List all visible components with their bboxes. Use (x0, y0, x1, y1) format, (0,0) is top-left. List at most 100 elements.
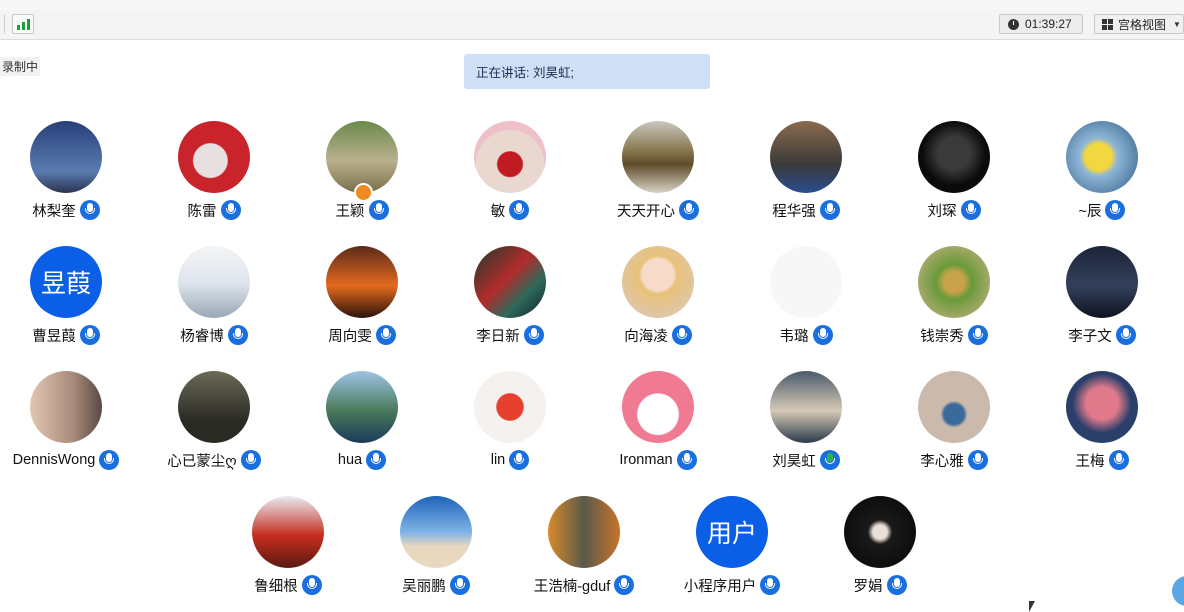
participant-tile[interactable]: 昱葭曹昱葭 (0, 246, 141, 356)
speaking-banner: 正在讲话: 刘昊虹; (464, 54, 710, 89)
participant-tile[interactable]: 王梅 (1027, 371, 1177, 481)
participant-avatar (178, 246, 250, 318)
mic-icon[interactable] (99, 450, 120, 470)
participant-name: Ironman (619, 452, 673, 468)
mic-icon[interactable] (1108, 450, 1129, 470)
mic-speaking-icon[interactable] (819, 450, 840, 470)
participant-name: 罗娟 (853, 578, 883, 595)
mic-icon[interactable] (449, 575, 470, 595)
mic-icon[interactable] (886, 575, 907, 595)
participant-tile[interactable]: lin (435, 371, 585, 481)
mic-icon[interactable] (523, 325, 544, 345)
participant-tile[interactable]: 鲁细根 (213, 496, 363, 606)
mic-icon[interactable] (967, 450, 988, 470)
signal-bars-icon[interactable] (12, 14, 34, 34)
participant-tile[interactable]: 钱崇秀 (879, 246, 1029, 356)
mic-icon[interactable] (676, 450, 697, 470)
participant-tile[interactable]: 刘昊虹 (731, 371, 881, 481)
grid-view-label: 宫格视图 (1118, 17, 1167, 32)
participant-name: 小程序用户 (683, 578, 757, 595)
participant-name-row: 刘昊虹 (731, 448, 881, 472)
participant-tile[interactable]: 李子文 (1027, 246, 1177, 356)
mic-icon[interactable] (760, 575, 781, 595)
participant-name-row: 刘琛 (879, 198, 1029, 222)
participant-tile[interactable]: 程华强 (731, 121, 881, 231)
participant-avatar (770, 121, 842, 193)
participant-name: 杨睿博 (180, 328, 224, 345)
participant-tile[interactable]: 王浩楠-gduf (509, 496, 659, 606)
mic-icon[interactable] (960, 200, 981, 220)
mic-icon[interactable] (368, 200, 389, 220)
participant-name-row: Ironman (583, 448, 733, 472)
participant-name: 敏 (490, 203, 506, 220)
participant-name: 吴丽鹏 (402, 578, 446, 595)
mic-icon[interactable] (79, 325, 100, 345)
participant-avatar (326, 371, 398, 443)
participant-avatar (178, 121, 250, 193)
participant-name: 王梅 (1075, 453, 1105, 470)
participant-tile[interactable]: 天天开心 (583, 121, 733, 231)
participant-tile[interactable]: ~辰 (1027, 121, 1177, 231)
participant-tile[interactable]: 用户小程序用户 (657, 496, 807, 606)
participant-tile[interactable]: 心已蒙尘ღ (139, 371, 289, 481)
mic-icon[interactable] (509, 450, 530, 470)
participant-name-row: 李日新 (435, 323, 585, 347)
participant-name-row: 鲁细根 (213, 573, 363, 597)
participant-tile[interactable]: Ironman (583, 371, 733, 481)
mic-icon[interactable] (220, 200, 241, 220)
participant-tile[interactable]: 王颖 (287, 121, 437, 231)
mic-icon[interactable] (227, 325, 248, 345)
mic-icon[interactable] (509, 200, 530, 220)
avatar-initials: 昱葭 (40, 270, 91, 298)
floating-assistant-button[interactable] (1172, 576, 1184, 606)
participant-avatar (178, 371, 250, 443)
recording-indicator: 录制中 (0, 57, 41, 76)
participant-tile[interactable]: 李日新 (435, 246, 585, 356)
participant-tile[interactable]: 韦璐 (731, 246, 881, 356)
mic-icon[interactable] (301, 575, 322, 595)
participant-name-row: 程华强 (731, 198, 881, 222)
mic-icon[interactable] (1105, 200, 1126, 220)
participant-name-row: hua (287, 448, 437, 472)
participant-name: 曹昱葭 (32, 328, 76, 345)
participant-tile[interactable]: 向海凌 (583, 246, 733, 356)
mic-icon[interactable] (79, 200, 100, 220)
participant-name-row: lin (435, 448, 585, 472)
participant-tile[interactable]: 敏 (435, 121, 585, 231)
mic-icon[interactable] (671, 325, 692, 345)
participant-name-row: 王梅 (1027, 448, 1177, 472)
mic-icon[interactable] (240, 450, 261, 470)
mic-icon[interactable] (819, 200, 840, 220)
participant-avatar: 用户 (696, 496, 768, 568)
participant-name-row: 李子文 (1027, 323, 1177, 347)
mic-icon[interactable] (812, 325, 833, 345)
mic-icon[interactable] (375, 325, 396, 345)
participant-tile[interactable]: 罗娟 (805, 496, 955, 606)
participant-tile[interactable]: hua (287, 371, 437, 481)
participant-tile[interactable]: 周向雯 (287, 246, 437, 356)
mic-icon[interactable] (679, 200, 699, 220)
participant-name-row: DennisWong (0, 448, 141, 472)
participant-tile[interactable]: 刘琛 (879, 121, 1029, 231)
participant-tile[interactable]: 李心雅 (879, 371, 1029, 481)
participant-name-row: ~辰 (1027, 198, 1177, 222)
mic-icon[interactable] (967, 325, 988, 345)
participant-avatar (474, 371, 546, 443)
participant-avatar (844, 496, 916, 568)
participant-tile[interactable]: 陈雷 (139, 121, 289, 231)
participant-name: 程华强 (772, 203, 816, 220)
grid-view-button[interactable]: 宫格视图 ▼ (1094, 14, 1184, 34)
participant-tile[interactable]: 吴丽鹏 (361, 496, 511, 606)
avatar-initials: 用户 (706, 520, 757, 548)
participant-tile[interactable]: DennisWong (0, 371, 141, 481)
mic-icon[interactable] (614, 575, 635, 595)
participant-avatar (622, 121, 694, 193)
participant-avatar (770, 246, 842, 318)
participant-tile[interactable]: 林梨奎 (0, 121, 141, 231)
participant-name-row: 小程序用户 (657, 573, 807, 597)
mic-icon[interactable] (366, 450, 387, 470)
participant-name-row: 钱崇秀 (879, 323, 1029, 347)
mic-icon[interactable] (1115, 325, 1136, 345)
participant-tile[interactable]: 杨睿博 (139, 246, 289, 356)
participant-name: 韦璐 (779, 328, 809, 345)
